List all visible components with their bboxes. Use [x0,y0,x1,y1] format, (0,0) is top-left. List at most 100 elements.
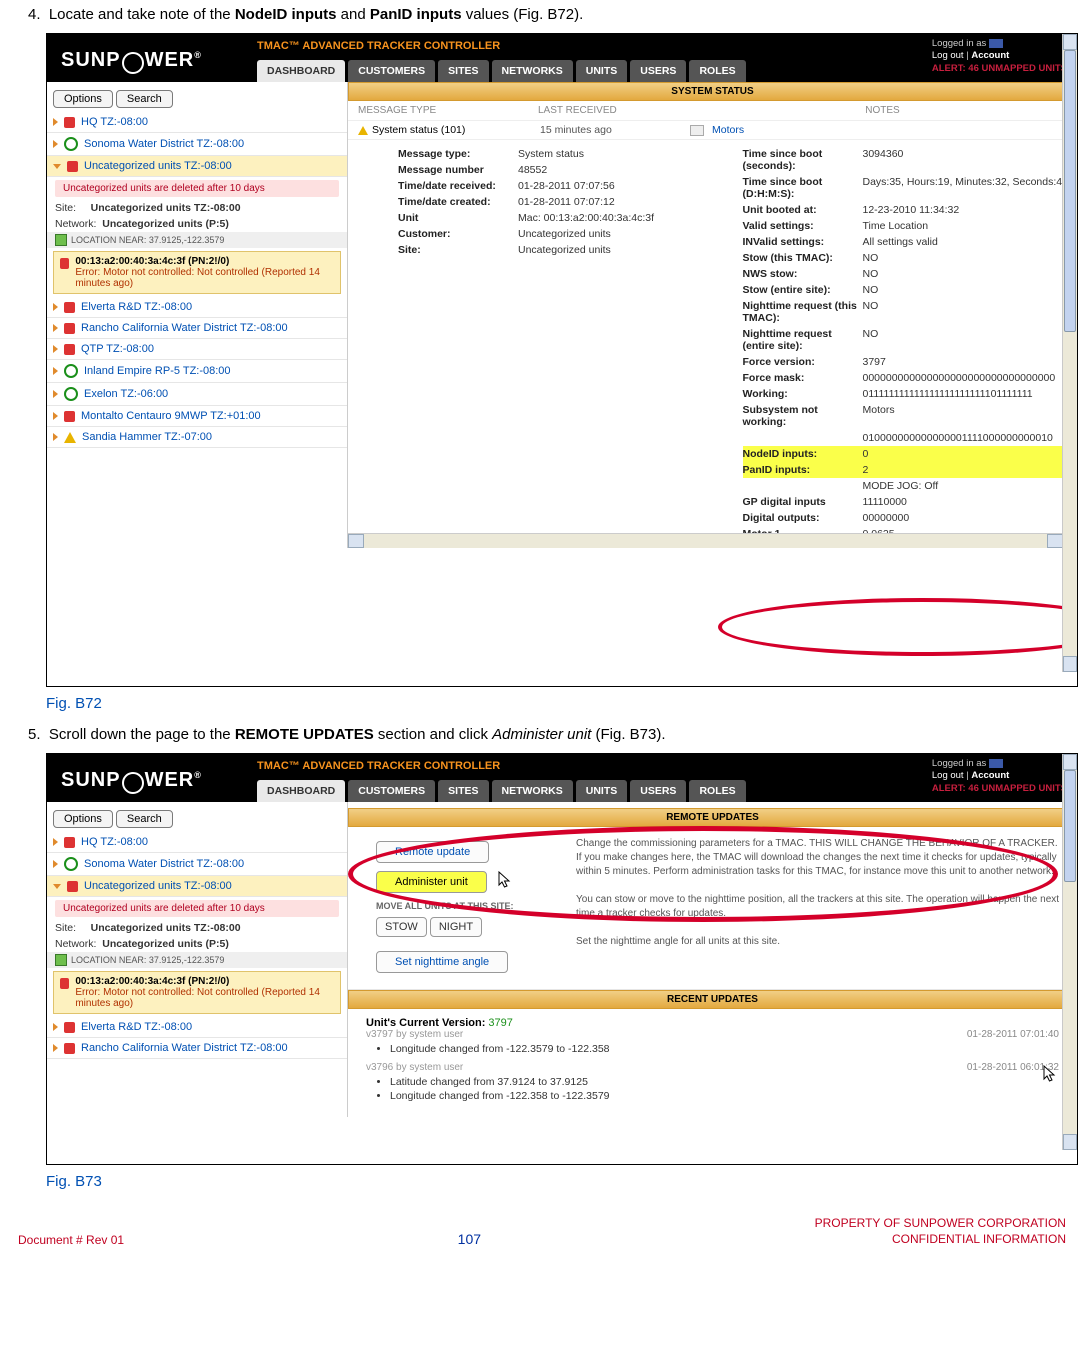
expand-icon [53,118,58,126]
logout-link[interactable]: Log out [932,50,964,61]
tab-sites[interactable]: SITES [438,60,488,82]
status-icon [64,857,78,871]
tab-networks[interactable]: NETWORKS [492,60,573,82]
step-5-text: 5. Scroll down the page to the REMOTE UP… [28,726,1066,743]
status-icon [64,1043,75,1054]
account-link[interactable]: Account [971,770,1009,781]
tab-roles[interactable]: ROLES [689,780,745,802]
status-icon [64,387,78,401]
sidebar-item[interactable]: Inland Empire RP-5 TZ:-08:00 [47,360,347,383]
unit-error-box[interactable]: 00:13:a2:00:40:3a:4c:3f (PN:2!/0)Error: … [53,971,341,1014]
account-area: Logged in as Log out | Account ALERT: 46… [932,758,1067,795]
app-title: TMAC™ ADVANCED TRACKER CONTROLLER [257,40,500,52]
move-units-label: MOVE ALL UNITS AT THIS SITE: [376,901,556,911]
account-link[interactable]: Account [971,50,1009,61]
stow-button[interactable]: STOW [376,917,427,937]
night-button[interactable]: NIGHT [430,917,482,937]
tab-customers[interactable]: CUSTOMERS [348,780,435,802]
sidebar-item[interactable]: Uncategorized units TZ:-08:00 [47,876,347,897]
administer-unit-button[interactable]: Administer unit [376,871,487,893]
page-number: 107 [458,1231,481,1247]
sidebar-item[interactable]: Montalto Centauro 9MWP TZ:+01:00 [47,406,347,427]
delete-warning: Uncategorized units are deleted after 10… [55,900,339,917]
sidebar-item[interactable]: HQ TZ:-08:00 [47,832,347,853]
message-row[interactable]: System status (101) 15 minutes ago Motor… [348,121,1077,140]
message-note-link[interactable]: Motors [712,124,744,136]
expand-icon [53,1023,58,1031]
expand-icon [53,433,58,441]
app-header: SUNPWER® TMAC™ ADVANCED TRACKER CONTROLL… [47,34,1077,82]
kv-row: NWS stow:NO [743,266,1078,282]
kv-row: Unit booted at:12-23-2010 11:34:32 [743,202,1078,218]
fig-b72-caption: Fig. B72 [46,695,1066,712]
sidebar-item[interactable]: Uncategorized units TZ:-08:00 [47,156,347,177]
sidebar-item[interactable]: Elverta R&D TZ:-08:00 [47,297,347,318]
status-icon [64,302,75,313]
tab-dashboard[interactable]: DASHBOARD [257,780,345,802]
tab-roles[interactable]: ROLES [689,60,745,82]
sidebar-item[interactable]: QTP TZ:-08:00 [47,339,347,360]
expand-icon[interactable] [690,125,704,136]
status-icon [64,411,75,422]
tab-users[interactable]: USERS [630,60,686,82]
sidebar-item[interactable]: Sonoma Water District TZ:-08:00 [47,853,347,876]
tab-users[interactable]: USERS [630,780,686,802]
kv-row: GP digital inputs11110000 [743,494,1078,510]
tab-networks[interactable]: NETWORKS [492,780,573,802]
options-button[interactable]: Options [53,810,113,828]
status-icon [64,344,75,355]
sidebar-item-label: Exelon TZ:-06:00 [84,388,168,400]
kv-row: Site:Uncategorized units [398,242,733,258]
status-icon [67,881,78,892]
site-meta: Site: Uncategorized units TZ:-08:00 [47,200,347,216]
sidebar-item[interactable]: Exelon TZ:-06:00 [47,383,347,406]
v-scrollbar[interactable] [1062,754,1077,1150]
options-button[interactable]: Options [53,90,113,108]
tab-sites[interactable]: SITES [438,780,488,802]
sidebar-item[interactable]: Sandia Hammer TZ:-07:00 [47,427,347,448]
message-columns: MESSAGE TYPELAST RECEIVEDNOTES [348,101,1077,121]
sidebar: OptionsSearch HQ TZ:-08:00 Sonoma Water Di… [47,802,348,1117]
warning-icon [358,126,368,135]
main-panel: SYSTEM STATUS MESSAGE TYPELAST RECEIVEDN… [348,82,1077,548]
sidebar-item[interactable]: Elverta R&D TZ:-08:00 [47,1017,347,1038]
sidebar-item-label: Sandia Hammer TZ:-07:00 [82,431,212,443]
expand-icon [53,390,58,398]
sidebar-item-label: HQ TZ:-08:00 [81,836,148,848]
kv-row: Time since boot (D:H:M:S):Days:35, Hours… [743,174,1078,202]
alert-banner[interactable]: ALERT: 46 UNMAPPED UNITS [932,63,1067,75]
tab-dashboard[interactable]: DASHBOARD [257,60,345,82]
expand-icon [53,367,58,375]
geo-icon [55,234,67,246]
expand-icon [53,303,58,311]
sidebar-item-label: Uncategorized units TZ:-08:00 [84,880,232,892]
sidebar-item[interactable]: Rancho California Water District TZ:-08:… [47,318,347,339]
tab-customers[interactable]: CUSTOMERS [348,60,435,82]
set-nighttime-angle-button[interactable]: Set nighttime angle [376,951,508,973]
expand-icon [53,838,58,846]
sidebar-item[interactable]: Sonoma Water District TZ:-08:00 [47,133,347,156]
sidebar-item[interactable]: Rancho California Water District TZ:-08:… [47,1038,347,1059]
kv-row: UnitMac: 00:13:a2:00:40:3a:4c:3f [398,210,733,226]
kv-row: Force mask:00000000000000000000000000000… [743,370,1078,386]
location-bar: LOCATION NEAR: 37.9125,-122.3579 [47,232,347,248]
logout-link[interactable]: Log out [932,770,964,781]
search-button[interactable]: Search [116,90,173,108]
kv-row: Message type:System status [398,146,733,162]
expand-icon [53,1044,58,1052]
remote-update-button[interactable]: Remote update [376,841,489,863]
sidebar-item-label: Sonoma Water District TZ:-08:00 [84,858,244,870]
cursor-icon [1043,1065,1057,1083]
search-button[interactable]: Search [116,810,173,828]
expand-icon [53,345,58,353]
tab-units[interactable]: UNITS [576,780,628,802]
unit-error-box[interactable]: 00:13:a2:00:40:3a:4c:3f (PN:2!/0)Error: … [53,251,341,294]
h-scrollbar[interactable] [348,533,1063,548]
kv-row: 010000000000000001111000000000010 [743,430,1078,446]
change-item: Longitude changed from -122.3579 to -122… [390,1042,909,1056]
sidebar-item[interactable]: HQ TZ:-08:00 [47,112,347,133]
alert-banner[interactable]: ALERT: 46 UNMAPPED UNITS [932,783,1067,795]
tab-units[interactable]: UNITS [576,60,628,82]
v-scrollbar[interactable] [1062,34,1077,672]
error-icon [60,978,69,989]
